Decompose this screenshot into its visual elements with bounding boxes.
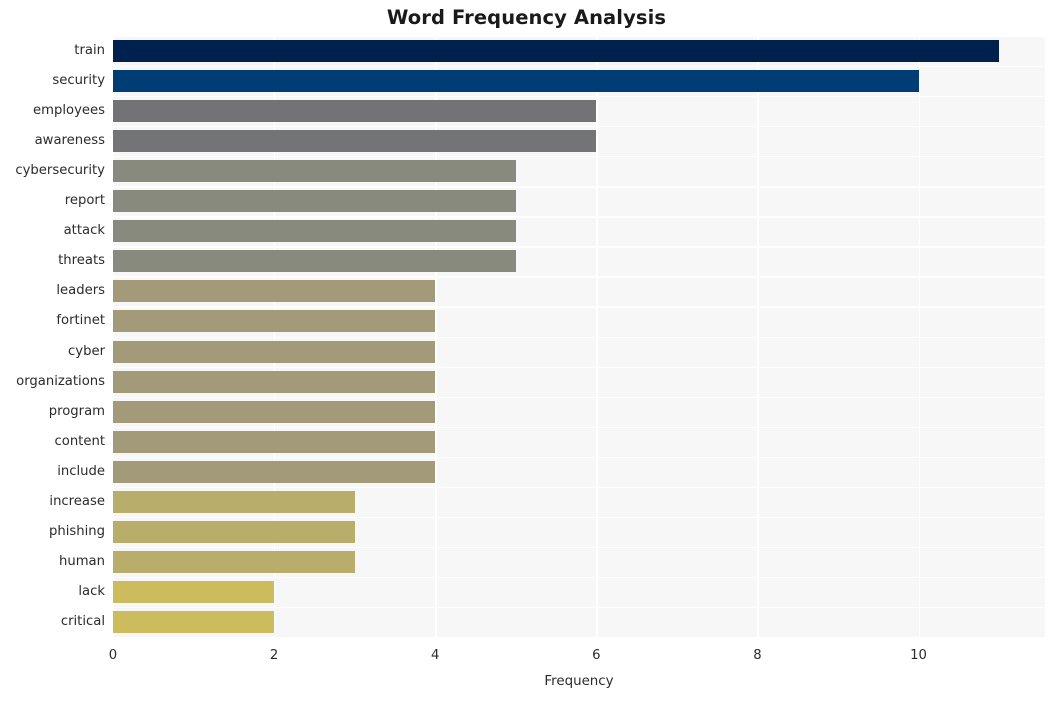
bar — [113, 520, 355, 543]
x-tick-label: 6 — [592, 648, 601, 663]
bar — [113, 100, 597, 123]
y-tick-label: report — [64, 193, 105, 209]
bar — [113, 190, 516, 213]
y-tick-label: awareness — [34, 133, 105, 149]
bar — [113, 70, 919, 93]
chart-figure: Word Frequency Analysis train security emp… — [0, 0, 1053, 701]
y-tick-label: increase — [49, 493, 105, 509]
y-tick-label: cyber — [68, 343, 105, 359]
bar — [113, 160, 516, 183]
gridline-horizontal — [113, 126, 1045, 128]
gridline-horizontal — [113, 36, 1045, 38]
bar — [113, 580, 275, 603]
y-tick-label: program — [48, 403, 105, 419]
gridline-horizontal — [113, 456, 1045, 458]
gridline-horizontal — [113, 546, 1045, 549]
bar — [113, 40, 1000, 63]
gridline-horizontal — [113, 306, 1045, 308]
y-tick-label: fortinet — [56, 313, 105, 329]
y-tick-label: threats — [58, 253, 105, 269]
x-tick-label: 10 — [910, 648, 927, 663]
bar — [113, 550, 355, 573]
y-tick-label: train — [74, 43, 105, 59]
bar — [113, 610, 275, 633]
chart-title: Word Frequency Analysis — [386, 6, 667, 29]
gridline-horizontal — [113, 186, 1045, 188]
y-tick-label: lack — [78, 583, 105, 599]
y-tick-label: security — [52, 73, 105, 89]
bar — [113, 340, 436, 363]
gridline-horizontal — [113, 276, 1045, 278]
y-tick-label: human — [58, 553, 105, 569]
gridline-horizontal — [113, 606, 1045, 609]
bar — [113, 130, 597, 153]
x-tick-label: 0 — [108, 648, 118, 663]
y-tick-label: include — [57, 463, 105, 479]
gridline-horizontal — [113, 96, 1045, 98]
gridline-horizontal — [113, 396, 1045, 398]
x-tick-label: 2 — [269, 648, 279, 663]
y-tick-label: organizations — [16, 373, 105, 389]
gridline-horizontal — [113, 516, 1045, 519]
y-tick-label: cybersecurity — [15, 163, 105, 179]
y-tick-label: content — [54, 433, 106, 449]
bar — [113, 310, 436, 333]
plot-area — [113, 36, 1045, 637]
bar — [113, 460, 436, 483]
y-tick-label: phishing — [48, 523, 105, 539]
bar — [113, 250, 516, 273]
y-tick-label: critical — [60, 613, 105, 629]
gridline-horizontal — [113, 246, 1045, 248]
bar — [113, 490, 355, 513]
y-tick-label: attack — [63, 223, 105, 239]
bar — [113, 400, 436, 423]
gridline-horizontal — [113, 156, 1045, 158]
x-tick-label: 8 — [753, 648, 762, 663]
gridline-horizontal — [113, 486, 1045, 489]
gridline-horizontal — [113, 216, 1045, 218]
gridline-horizontal — [113, 426, 1045, 428]
y-tick-label: employees — [33, 103, 105, 119]
bar — [113, 370, 436, 393]
bar — [113, 280, 436, 303]
gridline-horizontal — [113, 336, 1045, 338]
x-axis-label: Frequency — [544, 674, 614, 689]
bar — [113, 430, 436, 453]
gridline-horizontal — [113, 576, 1045, 579]
bar — [113, 220, 516, 243]
gridline-horizontal — [113, 66, 1045, 68]
gridline-horizontal — [113, 366, 1045, 368]
x-tick-label: 4 — [431, 648, 440, 663]
y-tick-label: leaders — [56, 283, 105, 299]
